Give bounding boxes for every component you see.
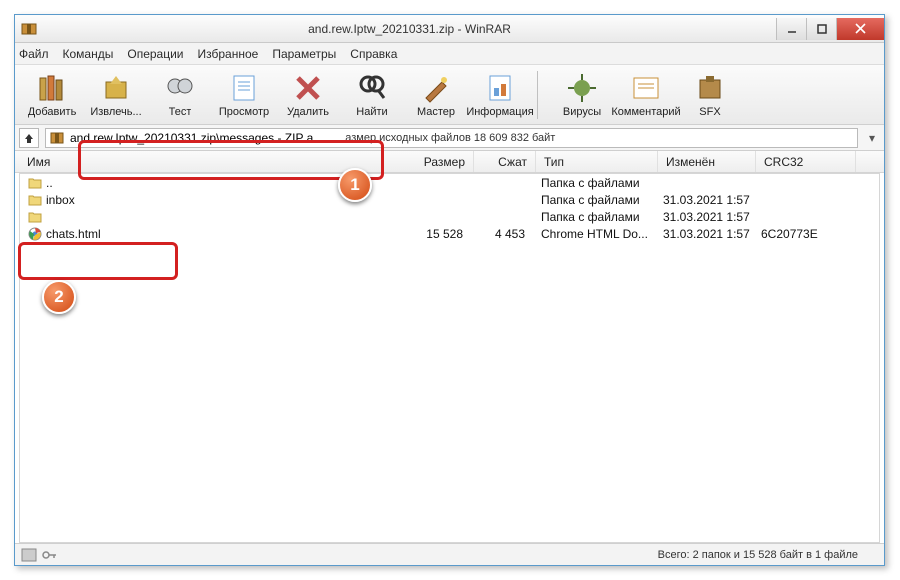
- tb-sfx[interactable]: SFX: [679, 67, 741, 123]
- up-arrow-icon: [23, 132, 35, 144]
- status-icons: [21, 548, 57, 562]
- folder-icon: [28, 210, 42, 224]
- address-sizeinfo: азмер исходных файлов 18 609 832 байт: [345, 132, 555, 144]
- comment-icon: [630, 72, 662, 104]
- minimize-button[interactable]: [776, 18, 806, 40]
- tb-extract[interactable]: Извлечь...: [85, 67, 147, 123]
- extract-icon: [100, 72, 132, 104]
- menubar: Файл Команды Операции Избранное Параметр…: [15, 43, 884, 65]
- column-headers: Имя Размер Сжат Тип Изменён CRC32: [15, 151, 884, 173]
- titlebar: and.rew.Iptw_20210331.zip - WinRAR: [15, 15, 884, 43]
- maximize-button[interactable]: [806, 18, 836, 40]
- info-icon: [484, 72, 516, 104]
- menu-options[interactable]: Параметры: [272, 47, 336, 61]
- window-buttons: [776, 18, 884, 40]
- menu-help[interactable]: Справка: [350, 47, 397, 61]
- find-icon: [356, 72, 388, 104]
- tb-virus[interactable]: Вирусы: [551, 67, 613, 123]
- tb-add[interactable]: Добавить: [21, 67, 83, 123]
- virus-icon: [566, 72, 598, 104]
- app-window: and.rew.Iptw_20210331.zip - WinRAR Файл …: [14, 14, 885, 566]
- sfx-icon: [694, 72, 726, 104]
- folder-icon: [28, 176, 42, 190]
- menu-file[interactable]: Файл: [19, 47, 49, 61]
- col-size[interactable]: Размер: [382, 151, 474, 172]
- chevron-down-icon[interactable]: ▾: [864, 131, 880, 145]
- tb-view[interactable]: Просмотр: [213, 67, 275, 123]
- tb-delete[interactable]: Удалить: [277, 67, 339, 123]
- statusbar: Всего: 2 папок и 15 528 байт в 1 файле: [15, 543, 884, 565]
- menu-favorites[interactable]: Избранное: [198, 47, 259, 61]
- key-icon: [41, 548, 57, 562]
- tb-comment[interactable]: Комментарий: [615, 67, 677, 123]
- tb-info[interactable]: Информация: [469, 67, 531, 123]
- menu-operations[interactable]: Операции: [127, 47, 183, 61]
- col-crc[interactable]: CRC32: [756, 151, 856, 172]
- toolbar: Добавить Извлечь... Тест Просмотр Удалит…: [15, 65, 884, 125]
- address-bar: and.rew.Iptw_20210331.zip\messages - ZIP…: [15, 125, 884, 151]
- books-icon: [36, 72, 68, 104]
- wizard-icon: [420, 72, 452, 104]
- window-title: and.rew.Iptw_20210331.zip - WinRAR: [43, 22, 776, 36]
- row-parent[interactable]: .. Папка с файлами: [20, 174, 879, 191]
- disk-icon: [21, 548, 37, 562]
- address-path: and.rew.Iptw_20210331.zip\messages - ZIP…: [70, 131, 313, 145]
- file-list: .. Папка с файлами inbox Папка с файлами…: [19, 173, 880, 543]
- test-icon: [164, 72, 196, 104]
- status-summary: Всего: 2 папок и 15 528 байт в 1 файле: [57, 549, 878, 561]
- col-type[interactable]: Тип: [536, 151, 658, 172]
- archive-icon: [50, 131, 64, 145]
- toolbar-separator: [537, 71, 545, 119]
- address-field[interactable]: and.rew.Iptw_20210331.zip\messages - ZIP…: [45, 128, 858, 148]
- folder-icon: [28, 193, 42, 207]
- tb-wizard[interactable]: Мастер: [405, 67, 467, 123]
- row-chats-html[interactable]: chats.html 15 528 4 453 Chrome HTML Do..…: [20, 225, 879, 242]
- chrome-icon: [28, 227, 42, 241]
- tb-test[interactable]: Тест: [149, 67, 211, 123]
- col-packed[interactable]: Сжат: [474, 151, 536, 172]
- delete-icon: [292, 72, 324, 104]
- close-button[interactable]: [836, 18, 884, 40]
- col-name[interactable]: Имя: [19, 151, 382, 172]
- app-icon: [21, 21, 37, 37]
- menu-commands[interactable]: Команды: [63, 47, 114, 61]
- tb-find[interactable]: Найти: [341, 67, 403, 123]
- col-modified[interactable]: Изменён: [658, 151, 756, 172]
- row-inbox[interactable]: inbox Папка с файлами 31.03.2021 1:57: [20, 191, 879, 208]
- row-folder-hidden[interactable]: Папка с файлами 31.03.2021 1:57: [20, 208, 879, 225]
- up-button[interactable]: [19, 128, 39, 148]
- view-icon: [228, 72, 260, 104]
